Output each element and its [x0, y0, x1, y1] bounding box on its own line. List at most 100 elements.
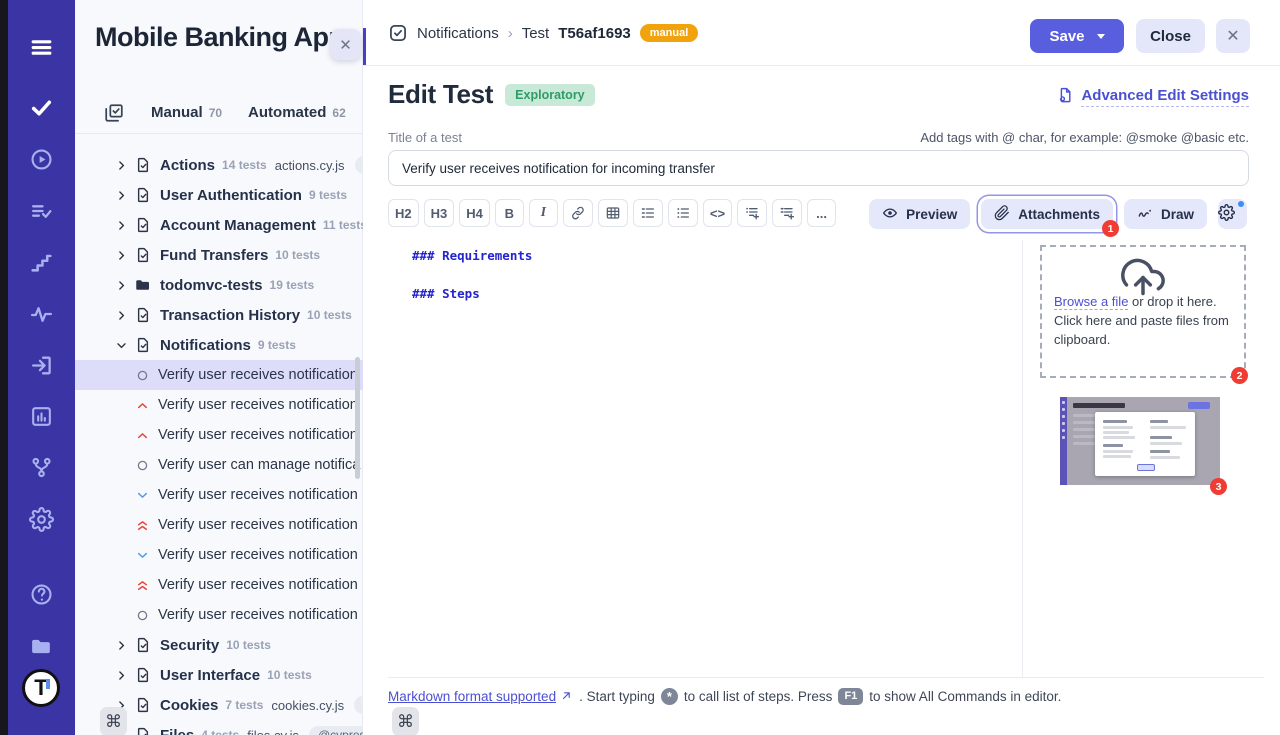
tab-automated[interactable]: Automated 62 — [248, 104, 346, 121]
tree-test-row[interactable]: Verify user receives notification — [75, 510, 363, 540]
dismiss-button[interactable]: ✕ — [1216, 19, 1250, 53]
table-button[interactable] — [598, 199, 628, 227]
markdown-help-link[interactable]: Markdown format supported — [388, 689, 573, 705]
tab-manual[interactable]: Manual 70 — [151, 104, 222, 121]
analytics-icon[interactable] — [8, 397, 75, 435]
tree-test-row[interactable]: Verify user receives notification — [75, 360, 363, 390]
gear-icon — [1218, 204, 1235, 224]
test-plans-icon[interactable] — [8, 192, 75, 230]
import-icon[interactable] — [8, 346, 75, 384]
tree-suite-row[interactable]: todomvc-tests19 tests — [75, 270, 363, 300]
title-field-label: Title of a test — [388, 130, 462, 145]
tree-suite-row[interactable]: Fund Transfers10 tests — [75, 240, 363, 270]
code-button[interactable]: <> — [703, 199, 732, 227]
chevron-right-icon[interactable] — [115, 189, 129, 202]
breadcrumb: Notifications › Test T56af1693 manual — [388, 0, 698, 66]
test-label: Verify user receives notification — [158, 397, 358, 413]
chevron-down-icon[interactable] — [115, 339, 129, 352]
link-button[interactable] — [563, 199, 593, 227]
suite-test-count: 10 tests — [275, 248, 320, 262]
project-title: Mobile Banking App — [95, 22, 337, 53]
tree-test-row[interactable]: Verify user receives notification — [75, 480, 363, 510]
save-button[interactable]: Save — [1030, 19, 1124, 53]
editor-command-key[interactable]: ⌘ — [392, 707, 419, 735]
close-button[interactable]: Close — [1136, 19, 1205, 53]
browse-file-link[interactable]: Browse a file — [1054, 294, 1128, 310]
chevron-right-icon[interactable] — [115, 279, 129, 292]
draw-scribble-icon — [1137, 205, 1153, 224]
tree-test-row[interactable]: Verify user receives notification — [75, 390, 363, 420]
ordered-list-button[interactable] — [633, 199, 663, 227]
star-key-badge: * — [661, 688, 678, 705]
more-button[interactable]: ... — [807, 199, 836, 227]
preview-button[interactable]: Preview — [869, 199, 970, 229]
app-logo[interactable]: T — [22, 669, 60, 707]
chevron-right-icon[interactable] — [115, 159, 129, 172]
menu-icon[interactable] — [8, 28, 75, 66]
runs-play-icon[interactable] — [8, 140, 75, 178]
bullet-list-add-button[interactable] — [737, 199, 767, 227]
tree-suite-row[interactable]: Transaction History10 tests — [75, 300, 363, 330]
notification-dot — [1238, 201, 1244, 207]
circle-status-icon — [136, 609, 150, 622]
draw-label: Draw — [1161, 207, 1194, 222]
editor-attachments-divider — [1022, 240, 1023, 677]
close-icon: ✕ — [339, 36, 352, 54]
steps-icon[interactable] — [8, 243, 75, 281]
page-title: Edit Test — [388, 79, 493, 110]
tree-suite-row[interactable]: User Interface10 tests — [75, 660, 363, 690]
sidebar-close-button[interactable]: ✕ — [330, 29, 361, 60]
footer-text-3: to show All Commands in editor. — [869, 689, 1061, 704]
chevron-right-icon[interactable] — [115, 669, 129, 682]
chevron-right-icon[interactable] — [115, 639, 129, 652]
breadcrumb-test-id: T56af1693 — [558, 25, 631, 42]
tree-test-row[interactable]: Verify user receives notification — [75, 420, 363, 450]
pulse-icon[interactable] — [8, 295, 75, 333]
tree-test-row[interactable]: Verify user receives notification — [75, 570, 363, 600]
chevron-right-icon[interactable] — [115, 219, 129, 232]
bold-button[interactable]: B — [495, 199, 524, 227]
heading3-button[interactable]: H3 — [424, 199, 455, 227]
circle-status-icon — [136, 369, 150, 382]
chevron-right-icon[interactable] — [115, 309, 129, 322]
suite-test-count: 19 tests — [270, 278, 315, 292]
tree-test-row[interactable]: Verify user receives notification — [75, 540, 363, 570]
tree-suite-row[interactable]: Account Management11 tests — [75, 210, 363, 240]
advanced-edit-settings-link[interactable]: Advanced Edit Settings — [1056, 86, 1249, 108]
sidebar-command-key[interactable]: ⌘ — [100, 707, 127, 735]
breadcrumb-section[interactable]: Notifications — [417, 25, 499, 42]
heading4-button[interactable]: H4 — [459, 199, 490, 227]
markdown-editor[interactable]: ### Requirements ### Steps — [388, 240, 1022, 677]
projects-folder-icon[interactable] — [8, 627, 75, 665]
suite-test-count: 14 tests — [222, 158, 267, 172]
branches-icon[interactable] — [8, 448, 75, 486]
attachments-button[interactable]: Attachments 1 — [981, 199, 1113, 229]
tree-suite-row[interactable]: Security10 tests — [75, 630, 363, 660]
test-title-input[interactable] — [388, 150, 1249, 186]
test-label: Verify user receives notification — [158, 607, 358, 623]
attachment-thumbnail[interactable] — [1060, 397, 1220, 485]
editor-settings-button[interactable] — [1218, 199, 1247, 229]
circle-status-icon — [136, 459, 150, 472]
tests-check-icon[interactable] — [8, 88, 75, 126]
file-dropzone[interactable]: Browse a file or drop it here. Click her… — [1040, 245, 1246, 378]
help-icon[interactable] — [8, 575, 75, 613]
project-sidebar: Mobile Banking App ✕ Manual 70 Automated… — [75, 0, 363, 735]
italic-button[interactable]: I — [529, 199, 558, 227]
tree-suite-row[interactable]: Notifications9 tests — [75, 330, 363, 360]
f1-key-badge: F1 — [838, 688, 863, 705]
bullet-list-button[interactable] — [668, 199, 698, 227]
draw-button[interactable]: Draw — [1124, 199, 1207, 229]
attachments-count-badge: 1 — [1102, 220, 1119, 237]
ordered-list-add-button[interactable] — [772, 199, 802, 227]
heading2-button[interactable]: H2 — [388, 199, 419, 227]
tree-test-row[interactable]: Verify user receives notification — [75, 600, 363, 630]
caret-up-status-icon — [136, 399, 150, 412]
tree-suite-row[interactable]: User Authentication9 tests — [75, 180, 363, 210]
tree-suite-row[interactable]: Actions14 testsactions.cy.js@cypress — [75, 150, 363, 180]
tree-test-row[interactable]: Verify user can manage notifica — [75, 450, 363, 480]
settings-gear-icon[interactable] — [8, 500, 75, 538]
sidebar-scrollbar[interactable] — [355, 357, 360, 479]
chevron-right-icon[interactable] — [115, 249, 129, 262]
suite-label: User Interface — [160, 667, 260, 684]
